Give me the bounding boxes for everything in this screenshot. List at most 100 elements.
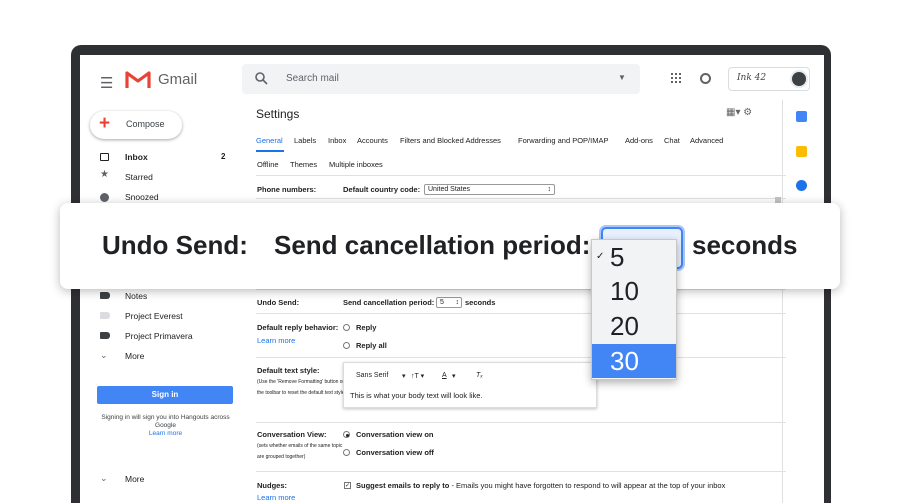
period-option-5[interactable]: ✓ 5: [592, 240, 676, 274]
option-label: 20: [610, 311, 639, 341]
plus-icon: +: [99, 113, 111, 134]
period-option-10[interactable]: 10: [592, 274, 676, 308]
inbox-icon: [100, 153, 109, 161]
label-icon: [100, 332, 110, 339]
text-color-dropdown-icon[interactable]: ▾: [452, 372, 456, 380]
font-size-icon[interactable]: ↑T ▾: [411, 372, 424, 380]
main-menu-icon[interactable]: ☰: [100, 74, 113, 92]
tab-accounts[interactable]: Accounts: [357, 136, 388, 145]
cancellation-period-value: 5: [440, 299, 444, 306]
text-style-hint: (Use the 'Remove Formatting' button on t…: [257, 379, 347, 396]
tab-offline[interactable]: Offline: [257, 160, 279, 169]
country-code-label: Default country code:: [343, 185, 421, 194]
tab-multiple-inboxes[interactable]: Multiple inboxes: [329, 160, 383, 169]
text-style-editor[interactable]: Sans Serif ▾ ↑T ▾ A ▾ Tₓ This is what yo…: [343, 362, 597, 408]
reply-all-option: Reply all: [356, 341, 387, 350]
sidebar-item-label: Snoozed: [125, 192, 159, 202]
hangouts-learn-more-link[interactable]: Learn more: [98, 430, 233, 437]
label-icon: [100, 292, 110, 299]
phone-numbers-label: Phone numbers:: [257, 185, 317, 194]
hangouts-signin-text: Signing in will sign you into Hangouts a…: [101, 414, 230, 429]
sidebar-item-project-everest[interactable]: Project Everest: [80, 307, 240, 327]
sign-in-button[interactable]: Sign in: [97, 386, 233, 404]
country-code-select[interactable]: United States ↕: [424, 184, 555, 195]
reply-learn-more-link[interactable]: Learn more: [257, 336, 295, 345]
tab-general[interactable]: General: [256, 136, 283, 145]
cancellation-period-select[interactable]: 5 ↕: [436, 297, 462, 308]
zoom-undo-send-label: Undo Send:: [102, 230, 248, 260]
notifications-icon[interactable]: [700, 73, 711, 84]
text-color-icon[interactable]: A: [442, 372, 447, 379]
tab-addons[interactable]: Add-ons: [625, 136, 653, 145]
tab-forwarding[interactable]: Forwarding and POP/IMAP: [518, 136, 608, 145]
nudges-checkbox[interactable]: ✓: [344, 482, 351, 489]
conversation-off-option: Conversation view off: [356, 448, 434, 457]
divider: [256, 357, 786, 358]
sidebar-item-label: Project Everest: [125, 311, 183, 321]
sidebar-item-label: Starred: [125, 172, 153, 182]
reply-radio[interactable]: [343, 324, 350, 331]
inbox-count: 2: [221, 152, 226, 161]
search-icon[interactable]: [255, 72, 268, 85]
sidebar-item-more-bottom[interactable]: ⌄ More: [80, 470, 240, 490]
tab-filters[interactable]: Filters and Blocked Addresses: [400, 136, 501, 145]
option-label: 5: [610, 242, 625, 272]
divider: [256, 289, 786, 290]
sidebar-item-label: More: [125, 351, 145, 361]
tab-themes[interactable]: Themes: [290, 160, 317, 169]
chevron-down-icon: ⌄: [100, 350, 108, 360]
conversation-view-hint: (sets whether emails of the same topic a…: [257, 443, 343, 460]
conversation-view-label: Conversation View:: [257, 430, 327, 439]
period-option-20[interactable]: 20: [592, 309, 676, 343]
settings-gear-icon[interactable]: ▦▾ ⚙: [726, 107, 752, 118]
sidebar-item-label: More: [125, 474, 145, 484]
seconds-unit: seconds: [465, 298, 496, 307]
active-tab-indicator: [256, 150, 284, 152]
search-input[interactable]: Search mail: [286, 73, 339, 84]
sidebar-item-project-primavera[interactable]: Project Primavera: [80, 327, 240, 347]
option-label: 10: [610, 276, 639, 306]
account-switcher[interactable]: Ink 42: [728, 67, 810, 91]
compose-button[interactable]: + Compose: [90, 111, 182, 139]
zoom-callout: Undo Send: Send cancellation period: sec…: [60, 203, 840, 289]
zoom-seconds-unit: seconds: [692, 230, 798, 260]
tasks-icon[interactable]: [796, 180, 807, 191]
country-code-value: United States: [428, 186, 471, 193]
tab-labels[interactable]: Labels: [294, 136, 316, 145]
tab-inbox[interactable]: Inbox: [328, 136, 346, 145]
select-arrows-icon: ↕: [547, 186, 552, 193]
clock-icon: [100, 193, 109, 202]
sidebar-item-notes[interactable]: Notes: [80, 287, 240, 307]
sidebar-item-more[interactable]: ⌄ More: [80, 347, 240, 367]
keep-icon[interactable]: [796, 146, 807, 157]
divider: [256, 175, 786, 176]
conversation-on-option: Conversation view on: [356, 430, 434, 439]
sign-in-label: Sign in: [151, 390, 179, 399]
reply-all-radio[interactable]: [343, 342, 350, 349]
conversation-off-radio[interactable]: [343, 449, 350, 456]
tab-chat[interactable]: Chat: [664, 136, 680, 145]
reply-option: Reply: [356, 323, 377, 332]
nudges-learn-more-link[interactable]: Learn more: [257, 493, 295, 502]
remove-formatting-icon[interactable]: Tₓ: [476, 372, 483, 379]
page-title: Settings: [256, 107, 300, 121]
zoom-cancellation-label: Send cancellation period:: [274, 230, 591, 260]
option-label: 30: [610, 346, 639, 376]
conversation-on-radio[interactable]: [343, 431, 350, 438]
tab-advanced[interactable]: Advanced: [690, 136, 723, 145]
text-style-sample: This is what your body text will look li…: [350, 391, 483, 400]
sidebar-item-starred[interactable]: ★ Starred: [80, 168, 240, 188]
checkmark-icon: ✓: [596, 251, 605, 262]
avatar[interactable]: [790, 70, 808, 88]
divider: [256, 198, 786, 199]
search-bar[interactable]: Search mail ▼: [242, 64, 640, 94]
period-option-30[interactable]: 30: [592, 344, 676, 378]
font-dropdown-icon[interactable]: ▾: [402, 372, 406, 380]
sidebar-item-inbox[interactable]: Inbox 2: [80, 148, 240, 168]
search-options-icon[interactable]: ▼: [618, 73, 626, 82]
calendar-icon[interactable]: [796, 111, 807, 122]
nudges-option: Suggest emails to reply to - Emails you …: [356, 481, 725, 490]
period-dropdown[interactable]: ✓ 5 10 20 30: [591, 239, 677, 380]
font-select[interactable]: Sans Serif: [356, 372, 388, 379]
nudges-label: Nudges:: [257, 481, 287, 490]
